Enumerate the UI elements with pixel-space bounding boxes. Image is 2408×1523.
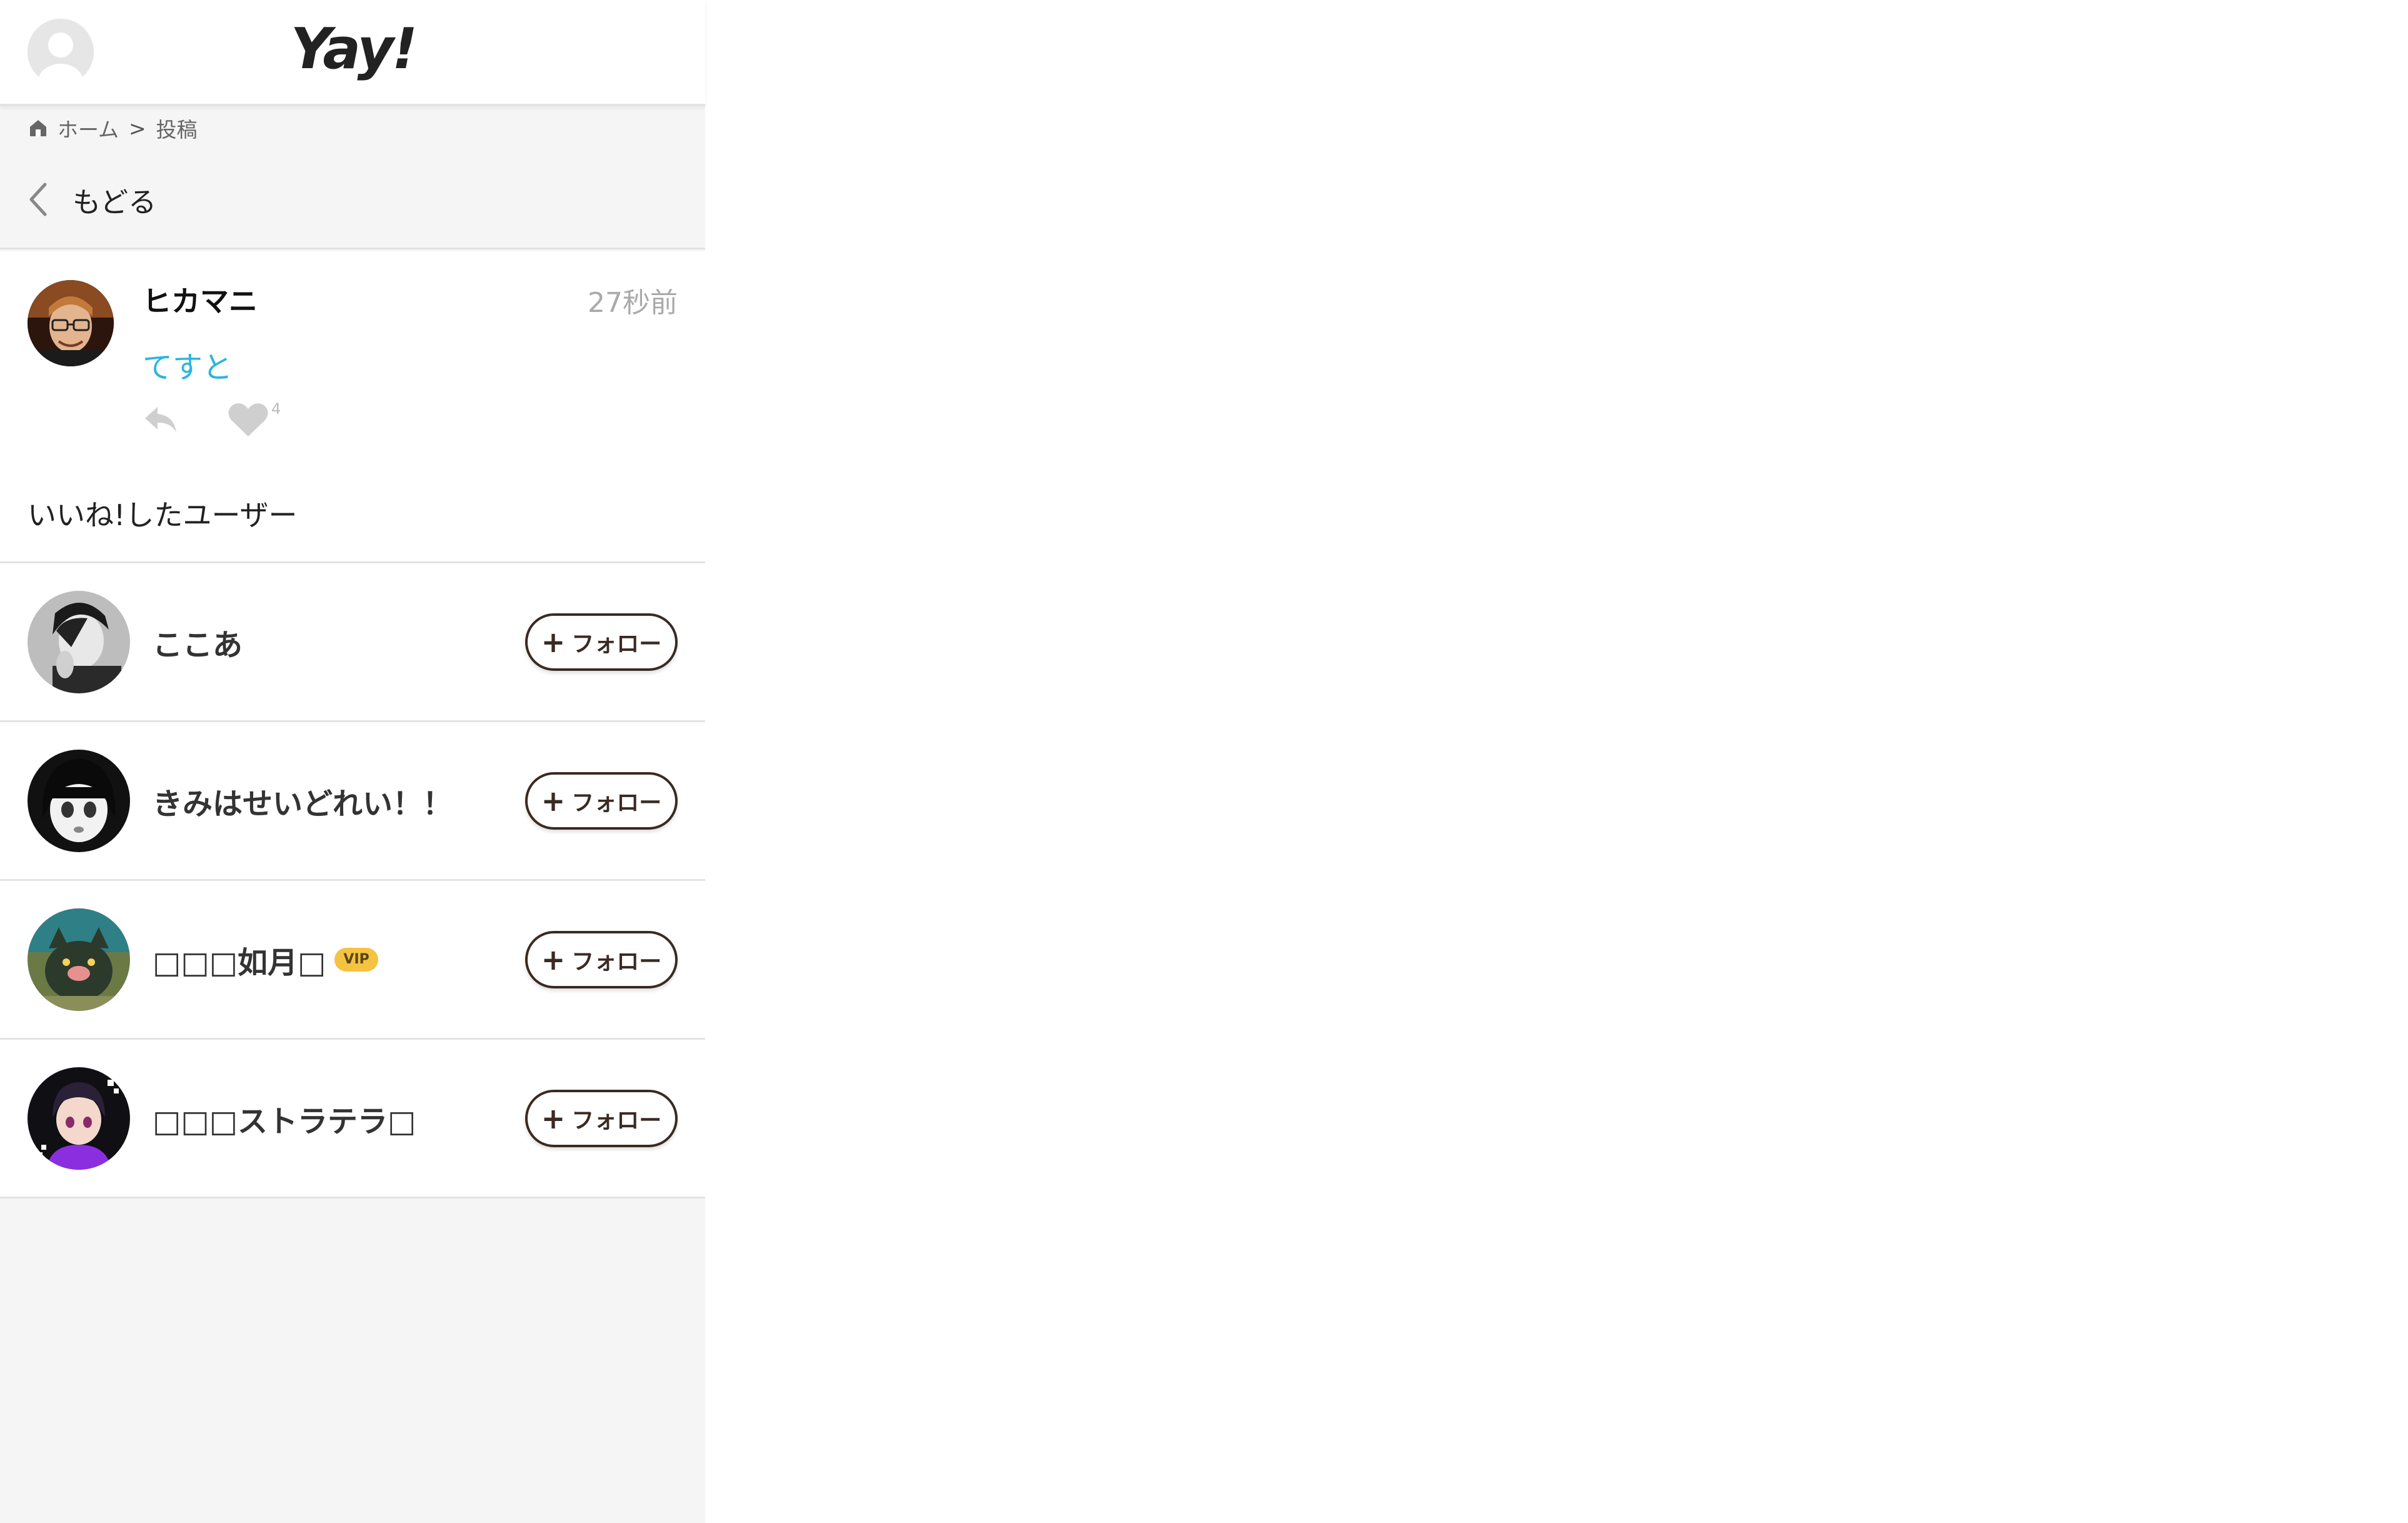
breadcrumb: ホーム > 投稿 — [28, 113, 198, 144]
post-author-avatar[interactable] — [28, 280, 114, 366]
liked-users-heading: いいね!したユーザー — [28, 498, 298, 532]
app-column: Yay! ホーム > 投稿 もどる ヒカマニ 27秒前 てすと 4 いいね!した… — [0, 0, 705, 1523]
follow-button[interactable]: + フォロー — [525, 931, 678, 988]
chevron-left-icon — [29, 183, 47, 216]
home-icon — [30, 120, 46, 136]
breadcrumb-home-link[interactable]: ホーム — [58, 113, 119, 143]
post-body-text: てすと — [143, 350, 233, 385]
like-count: 4 — [271, 400, 281, 418]
liked-user-row[interactable]: ここあ + フォロー — [0, 563, 705, 722]
app-header: Yay! — [0, 0, 705, 106]
liked-user-row[interactable]: □□□ストラテラ□ + フォロー — [0, 1040, 705, 1199]
post-timestamp: 27秒前 — [588, 287, 678, 319]
plus-icon: + — [541, 625, 566, 659]
post-actions: 4 — [143, 400, 281, 438]
like-button[interactable]: 4 — [228, 400, 281, 438]
user-name[interactable]: □□□如月□ VIP — [153, 881, 378, 1038]
back-button[interactable]: もどる — [28, 179, 156, 220]
breadcrumb-separator: > — [129, 116, 146, 141]
heart-icon — [228, 403, 268, 436]
post-card: ヒカマニ 27秒前 てすと 4 いいね!したユーザー — [0, 251, 705, 561]
follow-button[interactable]: + フォロー — [525, 1090, 678, 1147]
plus-icon: + — [541, 1102, 566, 1135]
user-avatar[interactable] — [28, 750, 130, 852]
section-divider — [0, 248, 705, 249]
user-name[interactable]: ここあ — [153, 563, 243, 720]
user-avatar[interactable] — [28, 1067, 130, 1170]
profile-avatar-button[interactable] — [28, 19, 94, 85]
breadcrumb-current: 投稿 — [156, 118, 198, 142]
post-author-name[interactable]: ヒカマニ — [143, 279, 258, 320]
user-avatar[interactable] — [28, 908, 130, 1011]
follow-button[interactable]: + フォロー — [525, 772, 678, 830]
user-name[interactable]: きみはせいどれい！！ — [153, 722, 453, 879]
user-avatar[interactable] — [28, 591, 130, 693]
liked-user-row[interactable]: きみはせいどれい！！ + フォロー — [0, 722, 705, 881]
vip-badge: VIP — [334, 947, 378, 972]
user-name[interactable]: □□□ストラテラ□ — [153, 1040, 416, 1197]
plus-icon: + — [541, 784, 566, 818]
avatar-placeholder-icon — [28, 19, 94, 85]
reply-icon[interactable] — [143, 405, 179, 435]
app-logo[interactable]: Yay! — [275, 9, 431, 90]
plus-icon: + — [541, 943, 566, 977]
back-label: もどる — [73, 185, 157, 219]
liked-user-row[interactable]: □□□如月□ VIP + フォロー — [0, 881, 705, 1040]
follow-button[interactable]: + フォロー — [525, 613, 678, 671]
